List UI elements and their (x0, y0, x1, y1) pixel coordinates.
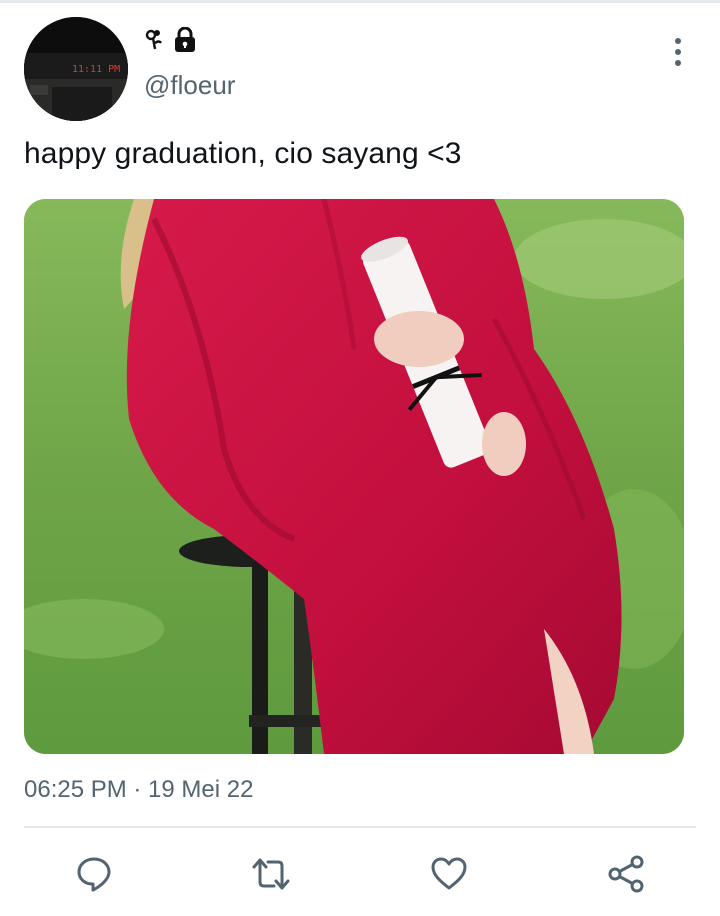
tweet-text: happy graduation, cio sayang <3 (24, 137, 462, 170)
actions-divider (24, 826, 696, 828)
more-dot-icon (675, 38, 681, 44)
avatar-clock-text: 11:11 PM (72, 64, 120, 75)
lock-icon (172, 26, 198, 58)
top-divider (0, 0, 720, 3)
flower-emoji-icon (144, 29, 164, 56)
tweet-actions-bar (0, 848, 720, 904)
more-dot-icon (675, 49, 681, 55)
more-dot-icon (675, 60, 681, 66)
reply-button[interactable] (66, 848, 122, 904)
like-button[interactable] (421, 848, 477, 904)
display-name[interactable] (144, 26, 198, 58)
more-options-button[interactable] (662, 34, 694, 70)
share-icon (606, 854, 646, 899)
retweet-icon (250, 855, 292, 898)
tweet-timestamp[interactable]: 06:25 PM · 19 Mei 22 (24, 776, 253, 804)
share-button[interactable] (598, 848, 654, 904)
avatar-image: 11:11 PM (24, 17, 128, 121)
reply-icon (75, 855, 113, 898)
like-icon (430, 856, 468, 897)
tweet-photo[interactable] (24, 199, 684, 754)
user-handle[interactable]: @floeur (144, 70, 235, 101)
avatar[interactable]: 11:11 PM (24, 17, 128, 121)
graduation-photo (24, 199, 684, 754)
retweet-button[interactable] (243, 848, 299, 904)
